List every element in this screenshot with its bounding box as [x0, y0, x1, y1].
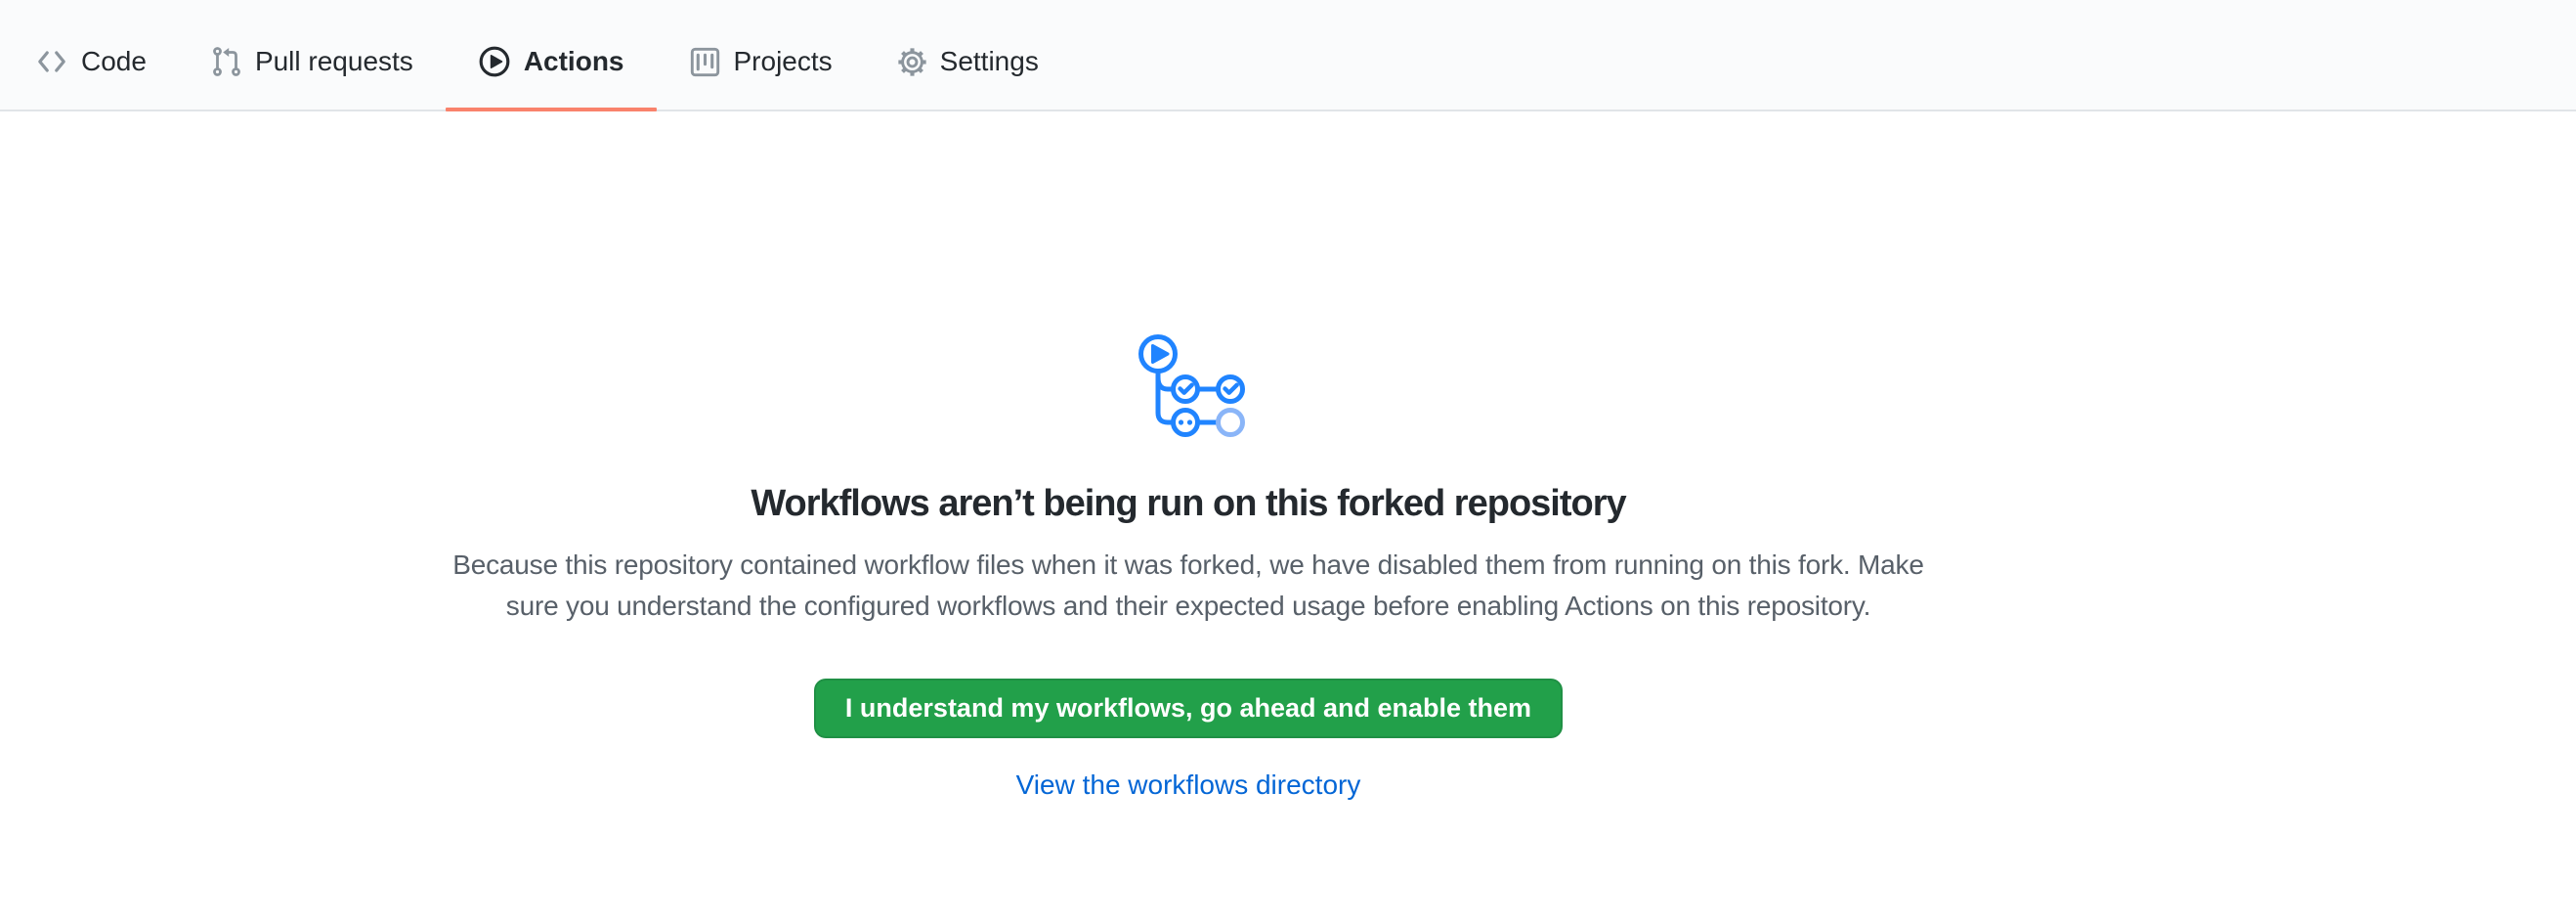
actions-disabled-empty-state: Workflows aren’t being run on this forke…: [0, 111, 2377, 801]
tab-projects[interactable]: Projects: [657, 14, 865, 110]
git-pull-request-icon: [211, 45, 242, 78]
workflow-graph-icon: [1130, 327, 1248, 439]
view-workflows-directory-link[interactable]: View the workflows directory: [1016, 769, 1361, 801]
tab-settings[interactable]: Settings: [865, 14, 1071, 110]
tab-projects-label: Projects: [734, 46, 833, 77]
description-line-1: Because this repository contained workfl…: [452, 545, 1923, 586]
tab-actions[interactable]: Actions: [446, 14, 657, 110]
tab-actions-label: Actions: [524, 46, 624, 77]
description-line-2: sure you understand the configured workf…: [452, 586, 1923, 627]
empty-state-title: Workflows aren’t being run on this forke…: [751, 482, 1625, 525]
enable-workflows-button[interactable]: I understand my workflows, go ahead and …: [814, 679, 1563, 738]
tab-pull-requests[interactable]: Pull requests: [179, 14, 446, 110]
code-icon: [35, 45, 68, 78]
tab-settings-label: Settings: [940, 46, 1039, 77]
repo-tab-nav: Code Pull requests Actions: [0, 0, 2576, 111]
tab-pull-requests-label: Pull requests: [255, 46, 413, 77]
tab-code-label: Code: [81, 46, 147, 77]
gear-icon: [897, 47, 927, 77]
play-icon: [478, 45, 511, 78]
tab-code[interactable]: Code: [3, 14, 179, 110]
project-icon: [689, 46, 721, 78]
empty-state-description: Because this repository contained workfl…: [452, 545, 1923, 627]
